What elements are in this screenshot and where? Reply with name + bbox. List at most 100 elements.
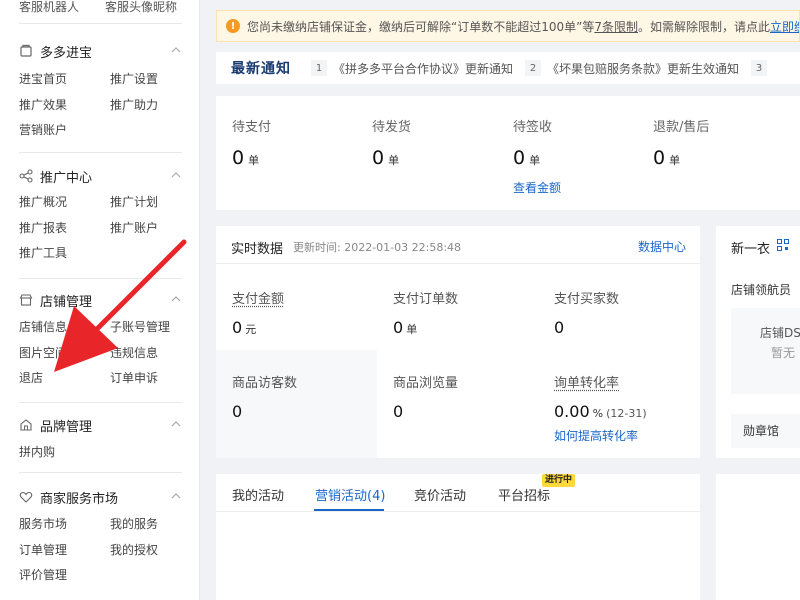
metric-label: 支付买家数 bbox=[554, 292, 620, 307]
sidebar-item[interactable]: 推广计划 bbox=[110, 190, 201, 216]
sidebar-section-store: 店铺管理 店铺信息 子账号管理 图片空间 违规信息 退店 订单申诉 bbox=[0, 287, 200, 392]
sidebar-item[interactable]: 推广概况 bbox=[19, 190, 110, 216]
tab-platform-tender[interactable]: 平台招标 bbox=[498, 485, 550, 504]
warning-icon: ! bbox=[226, 19, 240, 33]
news-index: 1 bbox=[311, 60, 327, 76]
metric-label: 商品浏览量 bbox=[393, 376, 459, 391]
sidebar-item[interactable]: 服务市场 bbox=[19, 512, 110, 538]
tab-my-activities[interactable]: 我的活动 bbox=[232, 485, 284, 504]
card-header: 实时数据 更新时间: 2022-01-03 22:58:48 数据中心 bbox=[216, 226, 700, 264]
sidebar-item[interactable]: 我的授权 bbox=[110, 538, 201, 564]
chevron-up-icon[interactable] bbox=[170, 490, 182, 502]
stat-value: 0单 bbox=[232, 147, 260, 169]
section-title: 推广中心 bbox=[40, 170, 93, 186]
sidebar-item[interactable]: 推广报表 bbox=[19, 216, 110, 242]
divider bbox=[19, 278, 182, 279]
sidebar-top-row: 客服机器人 客服头像昵称 bbox=[19, 0, 191, 16]
sidebar-item[interactable]: 拼内购 bbox=[19, 440, 110, 466]
stat-label: 退款/售后 bbox=[653, 120, 710, 135]
divider bbox=[19, 472, 182, 473]
sidebar-item-exit-store[interactable]: 退店 bbox=[19, 366, 110, 392]
sidebar-item[interactable]: 推广效果 bbox=[19, 93, 110, 119]
dsr-label: 店铺DS bbox=[760, 326, 800, 340]
divider bbox=[19, 23, 182, 24]
metric-value: 0元 bbox=[232, 318, 257, 337]
metric-value: 0 bbox=[393, 402, 404, 421]
sidebar-item[interactable]: 推广设置 bbox=[110, 67, 201, 93]
section-header[interactable]: 商家服务市场 bbox=[0, 484, 200, 510]
news-index: 3 bbox=[751, 60, 768, 76]
update-time: 更新时间: 2022-01-03 22:58:48 bbox=[293, 241, 462, 254]
stat-value: 0单 bbox=[653, 147, 681, 169]
sidebar-item[interactable]: 店铺信息 bbox=[19, 315, 110, 341]
qrcode-icon[interactable] bbox=[777, 239, 789, 251]
chevron-up-icon[interactable] bbox=[170, 169, 182, 181]
stat-label: 待支付 bbox=[232, 120, 272, 135]
sidebar-item[interactable]: 进宝首页 bbox=[19, 67, 110, 93]
section-header[interactable]: 推广中心 bbox=[0, 163, 200, 189]
section-title: 多多进宝 bbox=[40, 45, 93, 61]
sidebar-item[interactable]: 推广工具 bbox=[19, 241, 110, 267]
news-item[interactable]: 《坏果包赔服务条款》更新生效通知 bbox=[547, 60, 739, 77]
metric-visitors[interactable]: 商品访客数 0 bbox=[216, 350, 377, 458]
sidebar-section-market: 商家服务市场 服务市场 我的服务 订单管理 我的授权 评价管理 bbox=[0, 484, 200, 589]
section-title: 品牌管理 bbox=[40, 419, 93, 435]
sidebar-item[interactable]: 我的服务 bbox=[110, 512, 201, 538]
metric-pay-buyers[interactable]: 支付买家数 0 bbox=[538, 266, 699, 350]
chevron-up-icon[interactable] bbox=[170, 418, 182, 430]
sidebar-item[interactable]: 评价管理 bbox=[19, 563, 110, 589]
sidebar-item[interactable]: 违规信息 bbox=[110, 341, 201, 367]
notice-text-part: 。如需解除限制，请点此 bbox=[637, 19, 770, 34]
data-center-link[interactable]: 数据中心 bbox=[638, 238, 686, 255]
metric-label: 支付订单数 bbox=[393, 292, 459, 307]
share-icon bbox=[19, 169, 33, 183]
tab-bidding[interactable]: 竞价活动 bbox=[414, 485, 466, 504]
news-item[interactable]: 《拼多多平台合作协议》更新通知 bbox=[333, 60, 513, 77]
section-header[interactable]: 品牌管理 bbox=[0, 412, 200, 438]
active-tab-indicator bbox=[314, 509, 384, 511]
sidebar-item[interactable]: 图片空间 bbox=[19, 341, 110, 367]
store-icon bbox=[19, 293, 33, 307]
sidebar-item[interactable]: 推广助力 bbox=[110, 93, 201, 119]
section-title: 店铺管理 bbox=[40, 294, 93, 310]
divider bbox=[19, 402, 182, 403]
sidebar-section-adcenter: 推广中心 推广概况 推广计划 推广报表 推广账户 推广工具 bbox=[0, 163, 200, 267]
main-content: ! 您尚未缴纳店铺保证金，缴纳后可解除“订单数不能超过100单”等7条限制。如需… bbox=[200, 0, 800, 600]
divider bbox=[19, 152, 182, 153]
metric-pay-orders[interactable]: 支付订单数 0单 bbox=[377, 266, 538, 350]
restriction-link[interactable]: 7条限制 bbox=[594, 20, 638, 34]
improve-conversion-link[interactable]: 如何提高转化率 bbox=[554, 427, 638, 444]
metric-pageviews[interactable]: 商品浏览量 0 bbox=[377, 350, 538, 434]
order-status-card: 待支付 0单 待发货 0单 待签收 0单 查看金额 退款/售后 0单 限 0 bbox=[216, 96, 800, 210]
sidebar-item[interactable]: 订单管理 bbox=[19, 538, 110, 564]
side-card-bottom bbox=[716, 474, 800, 600]
metric-pay-amount[interactable]: 支付金额 0元 bbox=[216, 266, 377, 350]
metric-conversion[interactable]: 询单转化率 0.00% (12-31) 如何提高转化率 bbox=[538, 350, 699, 443]
metric-label: 商品访客数 bbox=[232, 376, 298, 391]
sidebar-item-bot[interactable]: 客服机器人 bbox=[19, 0, 105, 16]
card-title: 新一衣 bbox=[731, 242, 771, 257]
notice-text-part: 您尚未缴纳店铺保证金，缴纳后可解除“订单数不能超过100单”等 bbox=[247, 19, 595, 34]
dsr-box: 店铺DS 暂无 bbox=[731, 308, 800, 394]
sidebar-item[interactable]: 推广账户 bbox=[110, 216, 201, 242]
sidebar-item[interactable]: 子账号管理 bbox=[110, 315, 201, 341]
sidebar-item[interactable]: 营销账户 bbox=[19, 118, 110, 144]
section-header[interactable]: 多多进宝 bbox=[0, 38, 200, 64]
view-amount-link[interactable]: 查看金额 bbox=[513, 179, 561, 196]
medal-hall-link[interactable]: 勋章馆 bbox=[731, 414, 800, 448]
chevron-up-icon[interactable] bbox=[170, 44, 182, 56]
sidebar-item[interactable]: 订单申诉 bbox=[110, 366, 201, 392]
chevron-up-icon[interactable] bbox=[170, 293, 182, 305]
side-info-card: 新一衣 店铺领航员 店铺DS 暂无 勋章馆 bbox=[716, 226, 800, 458]
deposit-notice: ! 您尚未缴纳店铺保证金，缴纳后可解除“订单数不能超过100单”等7条限制。如需… bbox=[216, 10, 800, 42]
stat-label: 待发货 bbox=[372, 120, 412, 135]
pay-now-link[interactable]: 立即缴纳 bbox=[770, 20, 799, 34]
sidebar: 客服机器人 客服头像昵称 多多进宝 进宝首页 推广设置 推广效果 推广助力 营销… bbox=[0, 0, 200, 600]
section-header[interactable]: 店铺管理 bbox=[0, 287, 200, 313]
brand-icon bbox=[19, 418, 33, 432]
news-title: 最新通知 bbox=[231, 61, 291, 77]
sidebar-section-promo: 多多进宝 进宝首页 推广设置 推广效果 推广助力 营销账户 bbox=[0, 38, 200, 144]
tab-marketing[interactable]: 营销活动(4) bbox=[315, 485, 385, 504]
stat-value: 0单 bbox=[513, 147, 541, 169]
sidebar-item-avatar[interactable]: 客服头像昵称 bbox=[105, 0, 191, 16]
